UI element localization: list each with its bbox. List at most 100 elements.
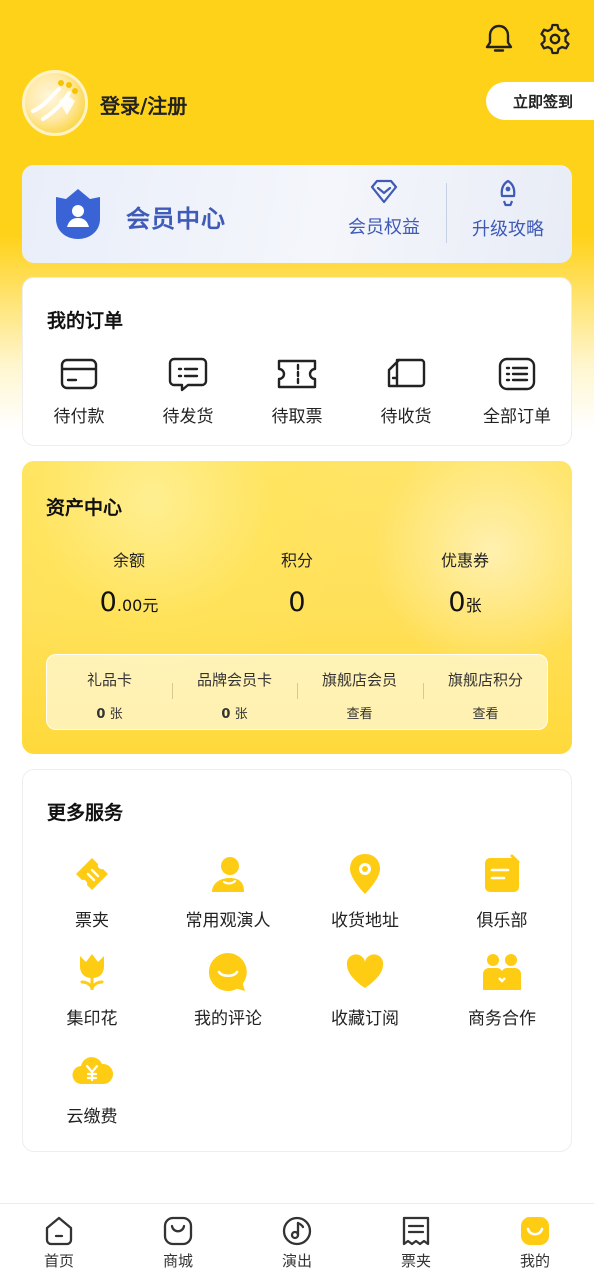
cloud-yen-icon [72, 1057, 114, 1085]
bottom-tab-bar: 首页 商城 演出 票夹 我的 [0, 1203, 594, 1280]
asset-sub-box: 礼品卡 0 张 品牌会员卡 0 张 旗舰店会员 查看 旗舰店积分 查看 [46, 654, 548, 730]
tab-home[interactable]: 首页 [14, 1214, 104, 1271]
location-pin-icon [350, 854, 380, 894]
coupons-block[interactable]: 优惠券 0张 [395, 547, 535, 618]
service-business[interactable]: 商务合作 [434, 950, 570, 1029]
order-all[interactable]: 全部订单 [467, 356, 567, 427]
service-label: 票夹 [75, 911, 109, 931]
brand-member-card-value: 0 张 [221, 707, 248, 722]
flower-icon [80, 954, 104, 990]
ticket-icon [76, 858, 108, 890]
gift-card-item[interactable]: 礼品卡 0 张 [47, 669, 172, 722]
wallet-card-icon [60, 358, 98, 390]
service-label: 收货地址 [331, 911, 399, 931]
orders-title: 我的订单 [47, 310, 124, 332]
gift-card-label: 礼品卡 [86, 671, 132, 689]
order-pending-receipt[interactable]: 待收货 [356, 356, 456, 427]
member-benefits-label: 会员权益 [348, 217, 420, 238]
comment-icon [208, 952, 247, 991]
member-center-card[interactable]: 会员中心 会员权益 升级攻略 [22, 165, 572, 263]
orders-card: 我的订单 待付款 待发货 待取票 待收货 全部订单 [22, 277, 572, 446]
service-club[interactable]: 俱乐部 [434, 852, 570, 931]
upgrade-guide-label: 升级攻略 [472, 219, 544, 240]
service-ticket-folder[interactable]: 票夹 [24, 852, 160, 931]
bell-icon[interactable] [482, 22, 516, 56]
partners-icon [483, 954, 521, 990]
service-label: 商务合作 [468, 1009, 536, 1029]
points-block[interactable]: 积分 0 [227, 547, 367, 618]
tab-shop[interactable]: 商城 [133, 1214, 223, 1271]
service-label: 云缴费 [66, 1107, 118, 1127]
avatar-logo-icon [31, 80, 78, 121]
asset-center-title: 资产中心 [46, 497, 123, 519]
order-pending-shipment[interactable]: 待发货 [138, 356, 238, 427]
service-my-comments[interactable]: 我的评论 [160, 950, 296, 1029]
diamond-icon [370, 179, 398, 204]
top-icons [482, 22, 572, 56]
service-label: 常用观演人 [185, 911, 271, 931]
gift-card-value: 0 张 [96, 707, 123, 722]
service-label: 收藏订阅 [331, 1009, 399, 1029]
heart-icon [346, 954, 384, 988]
service-label: 集印花 [66, 1009, 118, 1029]
flagship-points-label: 旗舰店积分 [447, 671, 523, 689]
service-collect-stamps[interactable]: 集印花 [24, 950, 160, 1029]
ticket-icon [277, 359, 317, 389]
tab-ticket-folder[interactable]: 票夹 [371, 1214, 461, 1271]
person-icon [212, 857, 244, 892]
flagship-member-item[interactable]: 旗舰店会员 查看 [297, 669, 422, 722]
flagship-points-item[interactable]: 旗舰店积分 查看 [423, 669, 548, 722]
tab-label: 我的 [519, 1252, 550, 1270]
flagship-member-label: 旗舰店会员 [321, 671, 397, 689]
member-shield-icon [50, 187, 106, 241]
login-register-link[interactable]: 登录/注册 [100, 90, 187, 119]
service-favorites[interactable]: 收藏订阅 [297, 950, 433, 1029]
avatar[interactable] [22, 70, 88, 136]
tab-label: 票夹 [400, 1252, 431, 1270]
points-value: 0 [288, 587, 306, 618]
order-item-label: 待取票 [271, 407, 323, 427]
flagship-member-view: 查看 [346, 707, 373, 722]
checkin-button[interactable]: 立即签到 [486, 82, 594, 120]
music-note-icon [282, 1216, 312, 1246]
service-label: 我的评论 [194, 1009, 262, 1029]
smiley-icon [521, 1216, 549, 1245]
tab-shows[interactable]: 演出 [252, 1214, 342, 1271]
brand-member-card-label: 品牌会员卡 [196, 671, 272, 689]
club-note-icon [485, 854, 520, 892]
brand-member-card-item[interactable]: 品牌会员卡 0 张 [172, 669, 297, 722]
tab-label: 演出 [281, 1252, 312, 1270]
member-center-title: 会员中心 [126, 205, 226, 233]
gear-icon[interactable] [538, 22, 572, 56]
services-card: 更多服务 票夹 常用观演人 收货地址 俱乐部 集印花 我的评论 收藏订阅 商务合… [22, 769, 572, 1152]
coupons-value: 0张 [448, 587, 482, 618]
order-item-label: 待付款 [53, 407, 105, 427]
service-frequent-attendees[interactable]: 常用观演人 [160, 852, 296, 931]
shop-bag-icon [163, 1216, 193, 1246]
list-icon [498, 357, 536, 391]
chat-box-icon [168, 357, 208, 392]
order-item-label: 待收货 [380, 407, 432, 427]
delivery-truck-icon [387, 358, 426, 388]
tab-label: 首页 [43, 1252, 74, 1270]
balance-label: 余额 [112, 551, 145, 570]
tab-label: 商城 [162, 1252, 193, 1270]
order-item-label: 待发货 [162, 407, 214, 427]
service-label: 俱乐部 [476, 911, 528, 931]
member-benefits-button[interactable]: 会员权益 [334, 179, 434, 239]
coupons-label: 优惠券 [440, 551, 489, 570]
flagship-points-view: 查看 [472, 707, 499, 722]
member-divider [446, 183, 447, 243]
balance-block[interactable]: 余额 0.00元 [59, 547, 199, 618]
service-shipping-address[interactable]: 收货地址 [297, 852, 433, 931]
upgrade-guide-button[interactable]: 升级攻略 [458, 179, 558, 241]
home-icon [45, 1216, 73, 1246]
ticket-folder-icon [402, 1216, 430, 1246]
service-cloud-payment[interactable]: 云缴费 [24, 1048, 160, 1127]
tab-mine[interactable]: 我的 [490, 1214, 580, 1271]
order-pending-payment[interactable]: 待付款 [29, 356, 129, 427]
balance-value: 0.00元 [99, 587, 159, 618]
order-pending-pickup[interactable]: 待取票 [247, 356, 347, 427]
points-label: 积分 [280, 551, 313, 570]
order-item-label: 全部订单 [483, 407, 551, 427]
